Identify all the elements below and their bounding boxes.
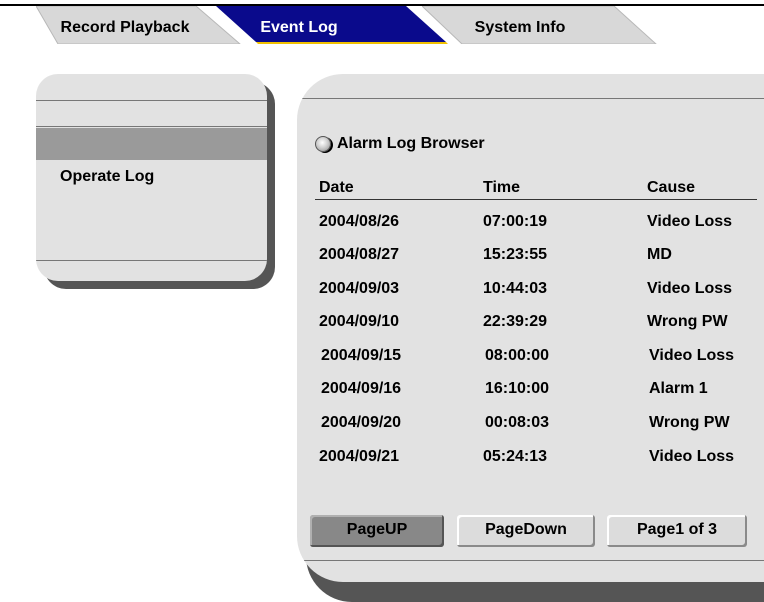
cell-cause: Video Loss (649, 448, 735, 465)
cell-cause: Video Loss (647, 280, 733, 297)
sidebar-item-selected[interactable] (36, 128, 267, 160)
table-row[interactable]: 2004/09/10 22:39:29 Wrong PW (297, 313, 764, 345)
page-down-button[interactable]: PageDown (457, 515, 595, 547)
radio-button-icon[interactable] (315, 136, 331, 152)
cell-cause: Alarm 1 (649, 380, 708, 397)
divider (297, 98, 764, 99)
page-up-button[interactable]: PageUP (310, 515, 444, 547)
header-rule (315, 199, 757, 200)
browser-title: Alarm Log Browser (315, 135, 485, 153)
sidebar-item-operate-log[interactable]: Operate Log (60, 168, 154, 186)
column-header-date: Date (319, 179, 354, 196)
cell-cause: MD (647, 246, 672, 263)
page-indicator-button[interactable]: Page1 of 3 (607, 515, 747, 547)
column-header-time: Time (483, 179, 521, 196)
cell-date: 2004/09/16 (321, 380, 402, 397)
table-row[interactable]: 2004/09/21 05:24:13 Video Loss (297, 448, 764, 480)
cell-date: 2004/08/26 (319, 213, 400, 230)
tab-label: Record Playback (60, 19, 190, 36)
divider (297, 560, 764, 561)
tab-event-log[interactable]: Event Log (216, 6, 452, 44)
table-row[interactable]: 2004/08/26 07:00:19 Video Loss (297, 213, 764, 245)
cell-time: 15:23:55 (483, 246, 548, 263)
cell-time: 07:00:19 (483, 213, 548, 230)
alarm-log-browser: Alarm Log Browser Date Time Cause 2004/0… (297, 74, 764, 582)
table-row[interactable]: 2004/09/16 16:10:00 Alarm 1 (297, 380, 764, 412)
divider (36, 126, 267, 127)
tab-label: System Info (474, 19, 566, 36)
browser-title-label: Alarm Log Browser (337, 135, 485, 152)
cell-time: 08:00:00 (485, 347, 550, 364)
cell-cause: Video Loss (647, 213, 733, 230)
cell-cause: Wrong PW (647, 313, 728, 330)
tab-label: Event Log (260, 19, 338, 36)
divider (36, 260, 267, 261)
cell-date: 2004/09/21 (319, 448, 400, 465)
cell-time: 22:39:29 (483, 313, 548, 330)
table-row[interactable]: 2004/09/15 08:00:00 Video Loss (297, 347, 764, 379)
cell-date: 2004/09/03 (319, 280, 400, 297)
column-header-cause: Cause (647, 179, 696, 196)
sidebar: Operate Log (36, 74, 267, 281)
table-row[interactable]: 2004/09/20 00:08:03 Wrong PW (297, 414, 764, 446)
table-row[interactable]: 2004/08/27 15:23:55 MD (297, 246, 764, 278)
cell-cause: Video Loss (649, 347, 735, 364)
cell-date: 2004/09/20 (321, 414, 402, 431)
cell-date: 2004/09/15 (321, 347, 402, 364)
cell-time: 16:10:00 (485, 380, 550, 397)
cell-time: 05:24:13 (483, 448, 548, 465)
cell-cause: Wrong PW (649, 414, 730, 431)
tab-system-info[interactable]: System Info (422, 6, 658, 44)
table-row[interactable]: 2004/09/03 10:44:03 Video Loss (297, 280, 764, 312)
cell-date: 2004/08/27 (319, 246, 400, 263)
divider (36, 100, 267, 101)
cell-time: 10:44:03 (483, 280, 548, 297)
cell-date: 2004/09/10 (319, 313, 400, 330)
tab-record-playback[interactable]: Record Playback (36, 6, 242, 44)
cell-time: 00:08:03 (485, 414, 550, 431)
